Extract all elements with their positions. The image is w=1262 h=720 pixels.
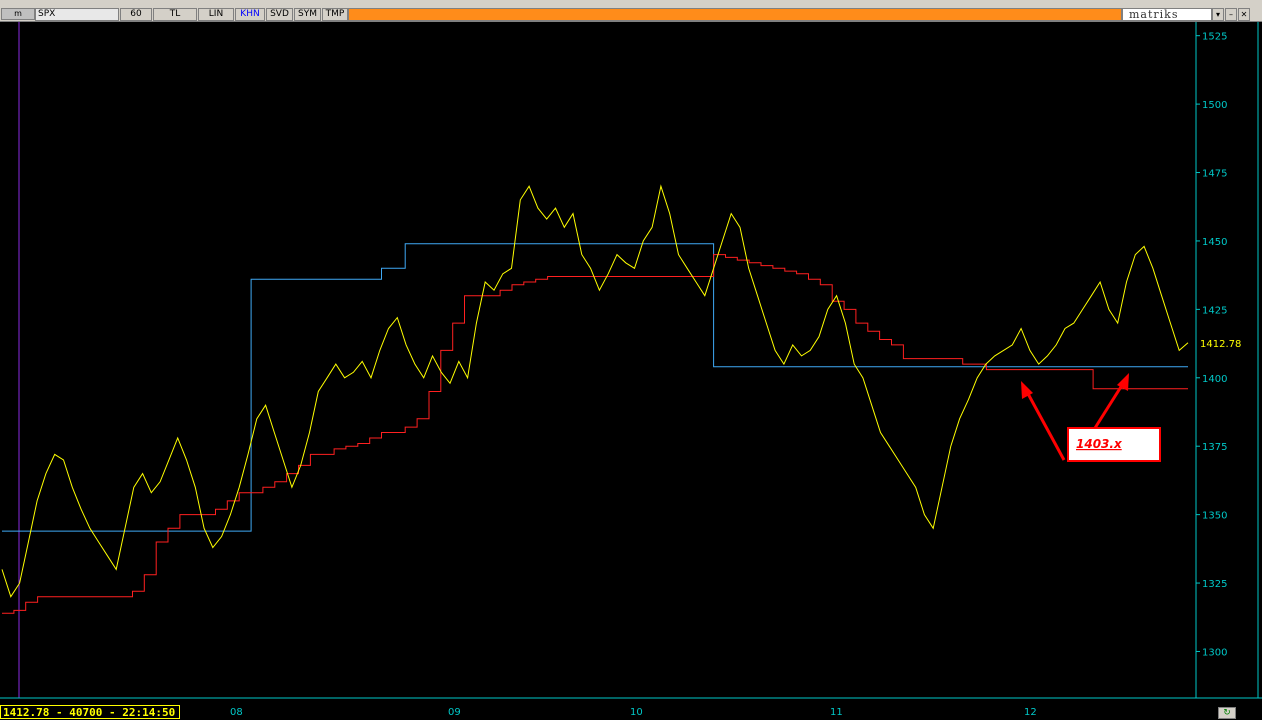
minimize-icon[interactable]: – [1225,8,1237,21]
y-tick-label: 1350 [1202,511,1227,522]
svd-button[interactable]: SVD [266,8,293,21]
refresh-icon[interactable]: ↻ [1218,707,1236,719]
y-tick-label: 1375 [1202,442,1227,453]
x-tick-label: 08 [230,707,243,718]
y-tick-label: 1325 [1202,579,1227,590]
y-tick-label: 1500 [1202,100,1227,111]
x-tick-label: 09 [448,707,461,718]
chart-toolbar: m SPX 60 TL LIN KHN SVD SYM TMP matriks … [0,0,1262,22]
khn-button[interactable]: KHN [235,8,265,21]
close-icon[interactable]: ✕ [1238,8,1250,21]
y-tick-label: 1300 [1202,647,1227,658]
last-price-tag: 1412.78 [1200,339,1241,350]
annotation-label: 1403.x [1076,437,1123,451]
x-tick-label: 12 [1024,707,1037,718]
brand-logo: matriks [1122,8,1212,21]
y-tick-label: 1400 [1202,374,1227,385]
status-readout: 1412.78 - 40700 - 22:14:50 [0,705,180,719]
y-tick-label: 1425 [1202,305,1227,316]
sym-button[interactable]: SYM [294,8,321,21]
symbol-field[interactable]: SPX [35,8,119,21]
y-tick-label: 1475 [1202,169,1227,180]
y-tick-label: 1525 [1202,32,1227,43]
app-logo-icon[interactable]: m [1,8,35,20]
x-tick-label: 11 [830,707,843,718]
chevron-down-icon[interactable]: ▾ [1212,8,1224,21]
y-tick-label: 1450 [1202,237,1227,248]
price-chart[interactable]: 1300 1325 1350 1375 1400 1425 1450 1475 1500 1525… [0,0,1262,719]
scale-button[interactable]: LIN [198,8,234,21]
last-price-label: 1412.78 [1200,339,1241,350]
currency-button[interactable]: TL [153,8,197,21]
x-tick-label: 10 [630,707,643,718]
plot-area [0,22,1196,698]
interval-button[interactable]: 60 [120,8,152,21]
toolbar-accent-bar [348,8,1122,21]
tmp-button[interactable]: TMP [322,8,348,21]
